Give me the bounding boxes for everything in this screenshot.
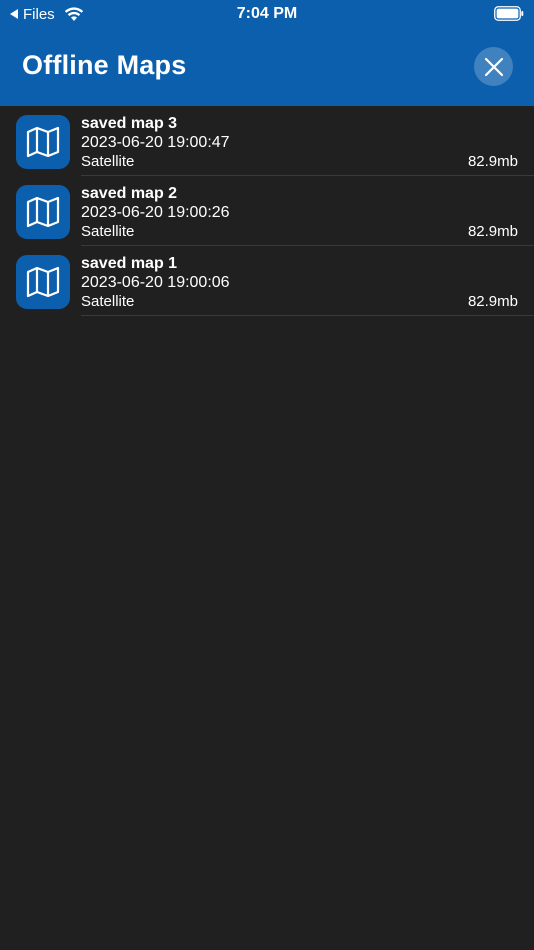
map-date: 2023-06-20 19:00:06: [81, 274, 230, 291]
status-bar: Files 7:04 PM: [0, 0, 534, 30]
map-date: 2023-06-20 19:00:26: [81, 204, 230, 221]
map-list-item[interactable]: saved map 3 2023-06-20 19:00:47 Satellit…: [0, 106, 534, 176]
map-size: 82.9mb: [467, 293, 518, 310]
map-type: Satellite: [81, 223, 135, 240]
battery-icon: [494, 6, 524, 21]
map-name: saved map 3: [81, 115, 178, 132]
header: Offline Maps: [0, 30, 534, 106]
row-divider: [81, 315, 534, 316]
map-icon: [26, 196, 60, 228]
map-thumbnail: [16, 255, 70, 309]
map-type: Satellite: [81, 153, 135, 170]
map-size: 82.9mb: [467, 153, 518, 170]
close-icon: [484, 57, 503, 76]
map-list: saved map 3 2023-06-20 19:00:47 Satellit…: [0, 106, 534, 316]
map-list-item[interactable]: saved map 1 2023-06-20 19:00:06 Satellit…: [0, 246, 534, 316]
map-name: saved map 2: [81, 185, 178, 202]
map-icon: [26, 266, 60, 298]
page-title: Offline Maps: [22, 50, 187, 80]
map-type: Satellite: [81, 293, 135, 310]
map-thumbnail: [16, 115, 70, 169]
map-size: 82.9mb: [467, 223, 518, 240]
map-list-item[interactable]: saved map 2 2023-06-20 19:00:26 Satellit…: [0, 176, 534, 246]
map-icon: [26, 126, 60, 158]
map-thumbnail: [16, 185, 70, 239]
close-button[interactable]: [474, 47, 513, 86]
map-date: 2023-06-20 19:00:47: [81, 134, 230, 151]
map-name: saved map 1: [81, 255, 178, 272]
status-time: 7:04 PM: [236, 5, 298, 22]
